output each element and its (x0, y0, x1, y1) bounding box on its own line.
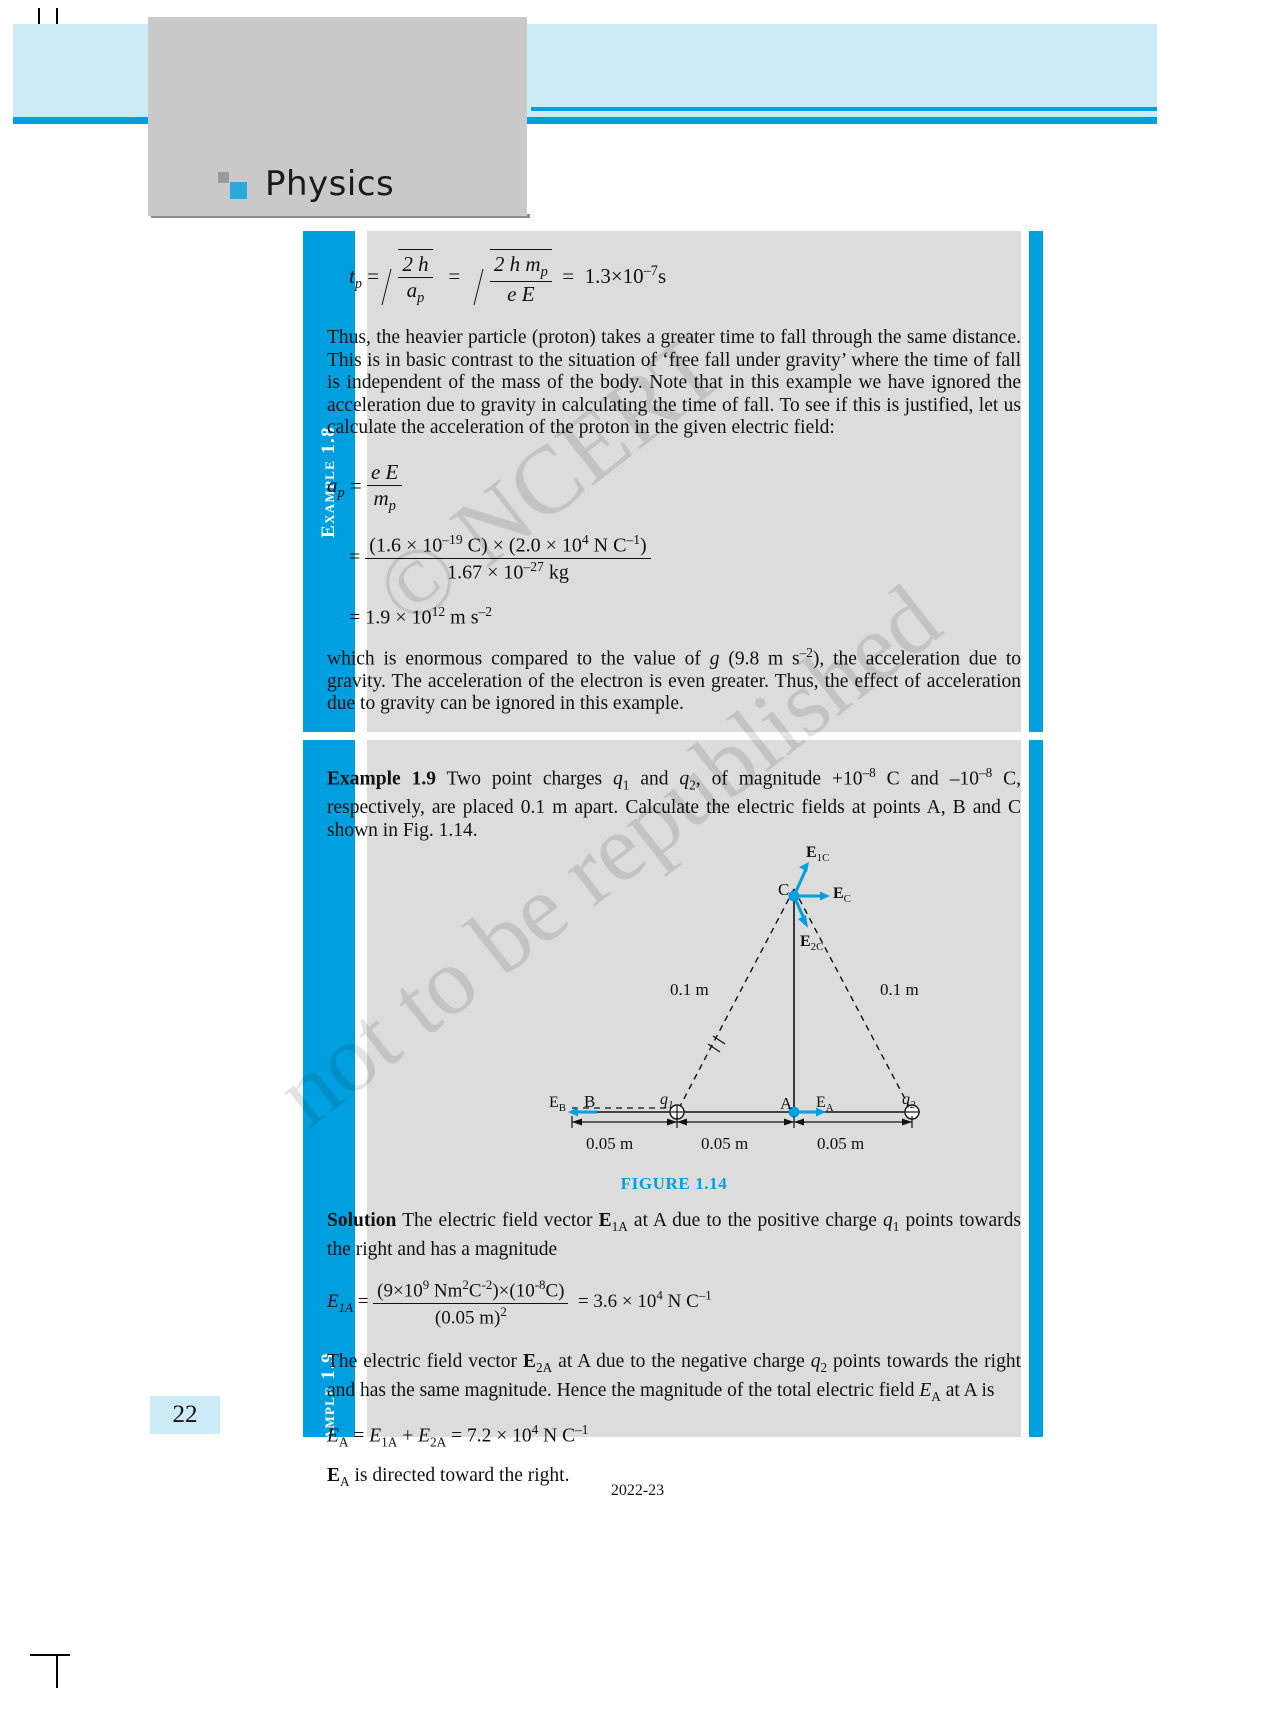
figure-label-EB: EB (549, 1094, 567, 1115)
equation-ap-result: = 1.9 × 1012 m s–2 (349, 603, 493, 629)
eq-ap-numeric-denominator: 1.67 × 10–27 kg (447, 558, 569, 584)
eq-tp-rad2-den: e E (507, 282, 535, 307)
example-1-9-title: Example 1.9 (327, 768, 436, 790)
example-1-8-paragraph-2: which is enormous compared to the value … (327, 644, 1022, 715)
equation-ap: ap = e E mp (327, 460, 1021, 514)
eq-E1A-result: = 3.6 × 104 N C–1 (577, 1288, 712, 1313)
page-title: Physics (265, 164, 395, 204)
eq-E1A-numerator: (9×109 Nm2C-2)×(10-8C) (373, 1277, 569, 1304)
eq-E1A-denominator: (0.05 m)2 (434, 1303, 507, 1328)
page-number: 22 (150, 1396, 220, 1434)
example-1-9-paragraph-3: The electric field vector E2A at A due t… (327, 1351, 1021, 1404)
figure-1-14: C A B q1 q2 E1C EC E2C EA EB 0.1 m 0.1 m… (327, 844, 987, 1178)
eq-tp-rad2-num: 2 h m (493, 252, 541, 276)
figure-dist-left: 0.1 m (670, 980, 709, 1000)
figure-label-B: B (584, 1092, 596, 1112)
equation-tp: tp = 2 h ap = 2 h mp e E = 1.3×10–7s (327, 249, 1021, 315)
eq-tp-rad1-den: a (406, 278, 418, 302)
example-1-9-block: Example 1.9 Example 1.9 Two point charge… (303, 740, 1043, 1489)
figure-label-E2C: E2C (800, 933, 824, 954)
header-rule-thin (531, 107, 1157, 111)
example-1-9-right-rule (1029, 740, 1043, 1437)
example-1-8-right-rule (1029, 231, 1043, 732)
example-1-9-content: Example 1.9 Two point charges q1 and q2,… (327, 762, 1021, 1493)
page-footer: 2022-23 (610, 1482, 665, 1499)
equation-EA-total: EA = E1A + E2A = 7.2 × 104 N C–1 (327, 1422, 589, 1450)
figure-dist-right: 0.1 m (880, 980, 919, 1000)
figure-label-EA: EA (816, 1094, 834, 1115)
eq-tp-result: 1.3×10 (584, 263, 644, 288)
eq-ap-den: m (373, 485, 389, 510)
equation-ap-numeric: = (1.6 × 10–19 C) × (2.0 × 104 N C–1) 1.… (327, 532, 1021, 590)
eq-tp-result-unit: s (657, 263, 667, 288)
ncert-squares-logo-icon (218, 172, 248, 200)
figure-label-A: A (780, 1094, 793, 1114)
eq-tp-lhs-sub: p (354, 276, 362, 293)
figure-label-q2: q2 (902, 1091, 916, 1112)
solution-label: Solution (327, 1210, 397, 1232)
example-1-9-solution-paragraph: Solution The electric field vector E1A a… (327, 1210, 1021, 1260)
figure-label-q1: q1 (660, 1091, 674, 1112)
eq-tp-radical-1: 2 h ap (384, 249, 433, 307)
eq-ap-num: e E (366, 460, 403, 486)
example-1-8-content: tp = 2 h ap = 2 h mp e E = 1.3×10–7s Thu… (327, 249, 1021, 716)
eq-ap-lhs: a (327, 473, 338, 498)
eq-ap-numeric-numerator: (1.6 × 10–19 C) × (2.0 × 104 N C–1) (365, 532, 651, 559)
crop-mark-bottom-left-h (30, 1654, 70, 1656)
figure-label-E1C: E1C (806, 844, 830, 865)
figure-label-EC: EC (833, 885, 851, 906)
figure-dim-3: 0.05 m (817, 1134, 865, 1154)
example-1-9-statement: Example 1.9 Two point charges q1 and q2,… (327, 765, 1022, 841)
example-1-8-block: Example 1.8 tp = 2 h ap = 2 h mp e E = 1… (303, 231, 1043, 732)
figure-1-14-svg (568, 862, 920, 1129)
example-1-8-paragraph-1: Thus, the heavier particle (proton) take… (327, 327, 1021, 439)
figure-label-C: C (778, 880, 790, 900)
figure-dim-1: 0.05 m (586, 1134, 634, 1154)
eq-tp-radical-2: 2 h mp e E (476, 249, 552, 307)
figure-dim-2: 0.05 m (701, 1134, 749, 1154)
equation-E1A: E1A = (9×109 Nm2C-2)×(10-8C) (0.05 m)2 =… (327, 1277, 712, 1328)
crop-mark-bottom-left-v (56, 1656, 58, 1688)
eq-tp-rad1-num: 2 h (398, 252, 433, 278)
